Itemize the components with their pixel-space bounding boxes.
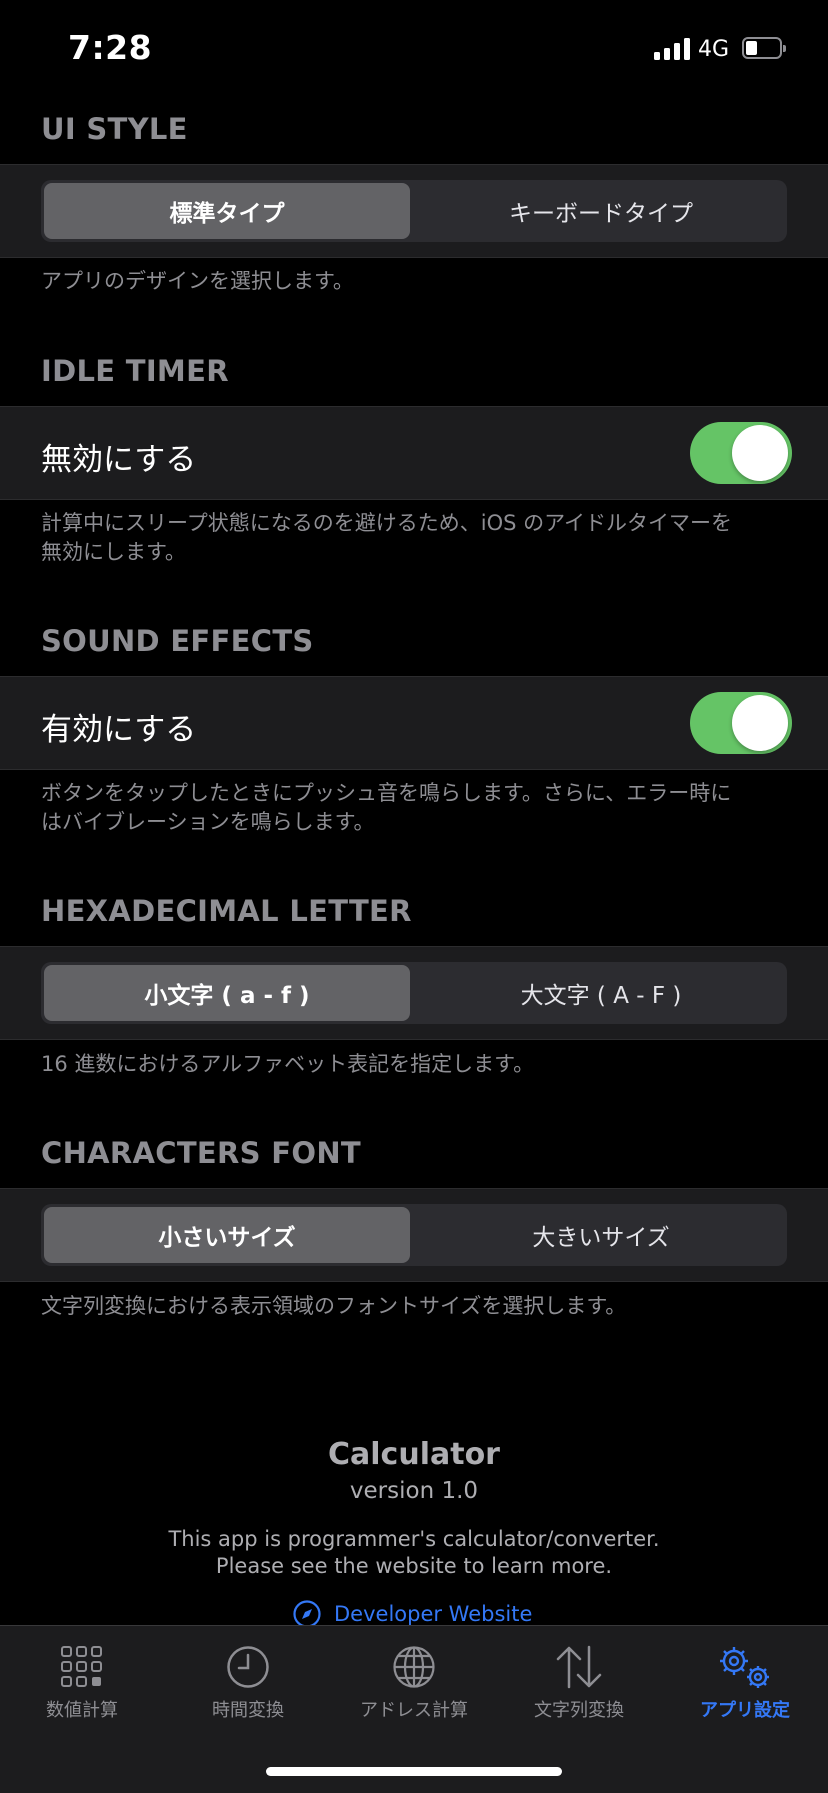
characters-font-option-small[interactable]: 小さいサイズ [44,1207,410,1263]
home-indicator [266,1767,562,1776]
hex-letter-footer: 16 進数におけるアルファベット表記を指定します。 [41,1052,535,1076]
ui-style-group: 標準タイプ キーボードタイプ [0,164,828,258]
app-version: version 1.0 [349,1478,479,1504]
network-type: 4G [698,37,730,62]
tab-number-calc[interactable]: 数値計算 [12,1644,152,1734]
tab-bar: 数値計算 時間変換 アドレス計算 文字列変換 アプリ設定 [0,1625,828,1793]
sound-effects-footer-line2: はバイブレーションを鳴らします。 [41,810,375,834]
developer-website-label: Developer Website [334,1602,533,1626]
section-header-ui-style: UI STYLE [41,112,188,146]
characters-font-segmented-control: 小さいサイズ 大きいサイズ [41,1204,787,1266]
characters-font-group: 小さいサイズ 大きいサイズ [0,1188,828,1282]
characters-font-option-large[interactable]: 大きいサイズ [418,1207,784,1263]
tab-label: 数値計算 [46,1700,118,1721]
cellular-signal-icon [654,38,690,60]
idle-timer-footer: 計算中にスリープ状態になるのを避けるため、iOS のアイドルタイマーを 無効にし… [41,509,791,567]
tab-time-convert[interactable]: 時間変換 [178,1644,318,1734]
section-header-sound-effects: SOUND EFFECTS [41,624,314,658]
section-header-idle-timer: IDLE TIMER [41,354,229,388]
globe-icon [393,1646,435,1688]
sound-effects-footer-line1: ボタンをタップしたときにプッシュ音を鳴らします。さらに、エラー時に [41,781,732,805]
sound-effects-group: 有効にする [0,676,828,770]
hex-letter-option-uppercase[interactable]: 大文字 ( A - F ) [418,965,784,1021]
clock-icon [227,1646,269,1688]
tab-label: 時間変換 [212,1700,284,1721]
ui-style-option-keyboard[interactable]: キーボードタイプ [418,183,784,239]
characters-font-footer: 文字列変換における表示領域のフォントサイズを選択します。 [41,1294,627,1318]
section-header-characters-font: CHARACTERS FONT [41,1136,361,1170]
battery-icon [742,37,788,61]
tab-label: 文字列変換 [534,1700,624,1721]
idle-timer-footer-line2: 無効にします。 [41,540,186,564]
sound-effects-toggle[interactable] [690,692,792,754]
sound-effects-footer: ボタンをタップしたときにプッシュ音を鳴らします。さらに、エラー時に はバイブレー… [41,779,791,837]
ui-style-footer: アプリのデザインを選択します。 [41,269,354,293]
hex-letter-group: 小文字 ( a - f ) 大文字 ( A - F ) [0,946,828,1040]
idle-timer-toggle[interactable] [690,422,792,484]
app-description-line1: This app is programmer's calculator/conv… [168,1527,660,1551]
status-time: 7:28 [68,28,153,67]
app-description-line2: Please see the website to learn more. [215,1554,613,1578]
grid-icon [61,1646,102,1687]
idle-timer-label: 無効にする [41,442,197,478]
tab-string-convert[interactable]: 文字列変換 [509,1644,649,1734]
ui-style-option-standard[interactable]: 標準タイプ [44,183,410,239]
sound-effects-label: 有効にする [41,712,197,748]
section-header-hexadecimal-letter: HEXADECIMAL LETTER [41,894,412,928]
tab-address-calc[interactable]: アドレス計算 [344,1644,484,1734]
hex-letter-option-lowercase[interactable]: 小文字 ( a - f ) [44,965,410,1021]
idle-timer-footer-line1: 計算中にスリープ状態になるのを避けるため、iOS のアイドルタイマーを [41,511,733,535]
tab-label: アドレス計算 [360,1700,468,1721]
app-name: Calculator [328,1437,500,1472]
hex-letter-segmented-control: 小文字 ( a - f ) 大文字 ( A - F ) [41,962,787,1024]
tab-app-settings[interactable]: アプリ設定 [675,1644,815,1734]
ui-style-segmented-control: 標準タイプ キーボードタイプ [41,180,787,242]
arrows-updown-icon [556,1645,602,1689]
idle-timer-group: 無効にする [0,406,828,500]
tab-label: アプリ設定 [700,1700,790,1721]
gears-icon [720,1647,769,1688]
status-bar: 7:28 4G [0,0,828,100]
